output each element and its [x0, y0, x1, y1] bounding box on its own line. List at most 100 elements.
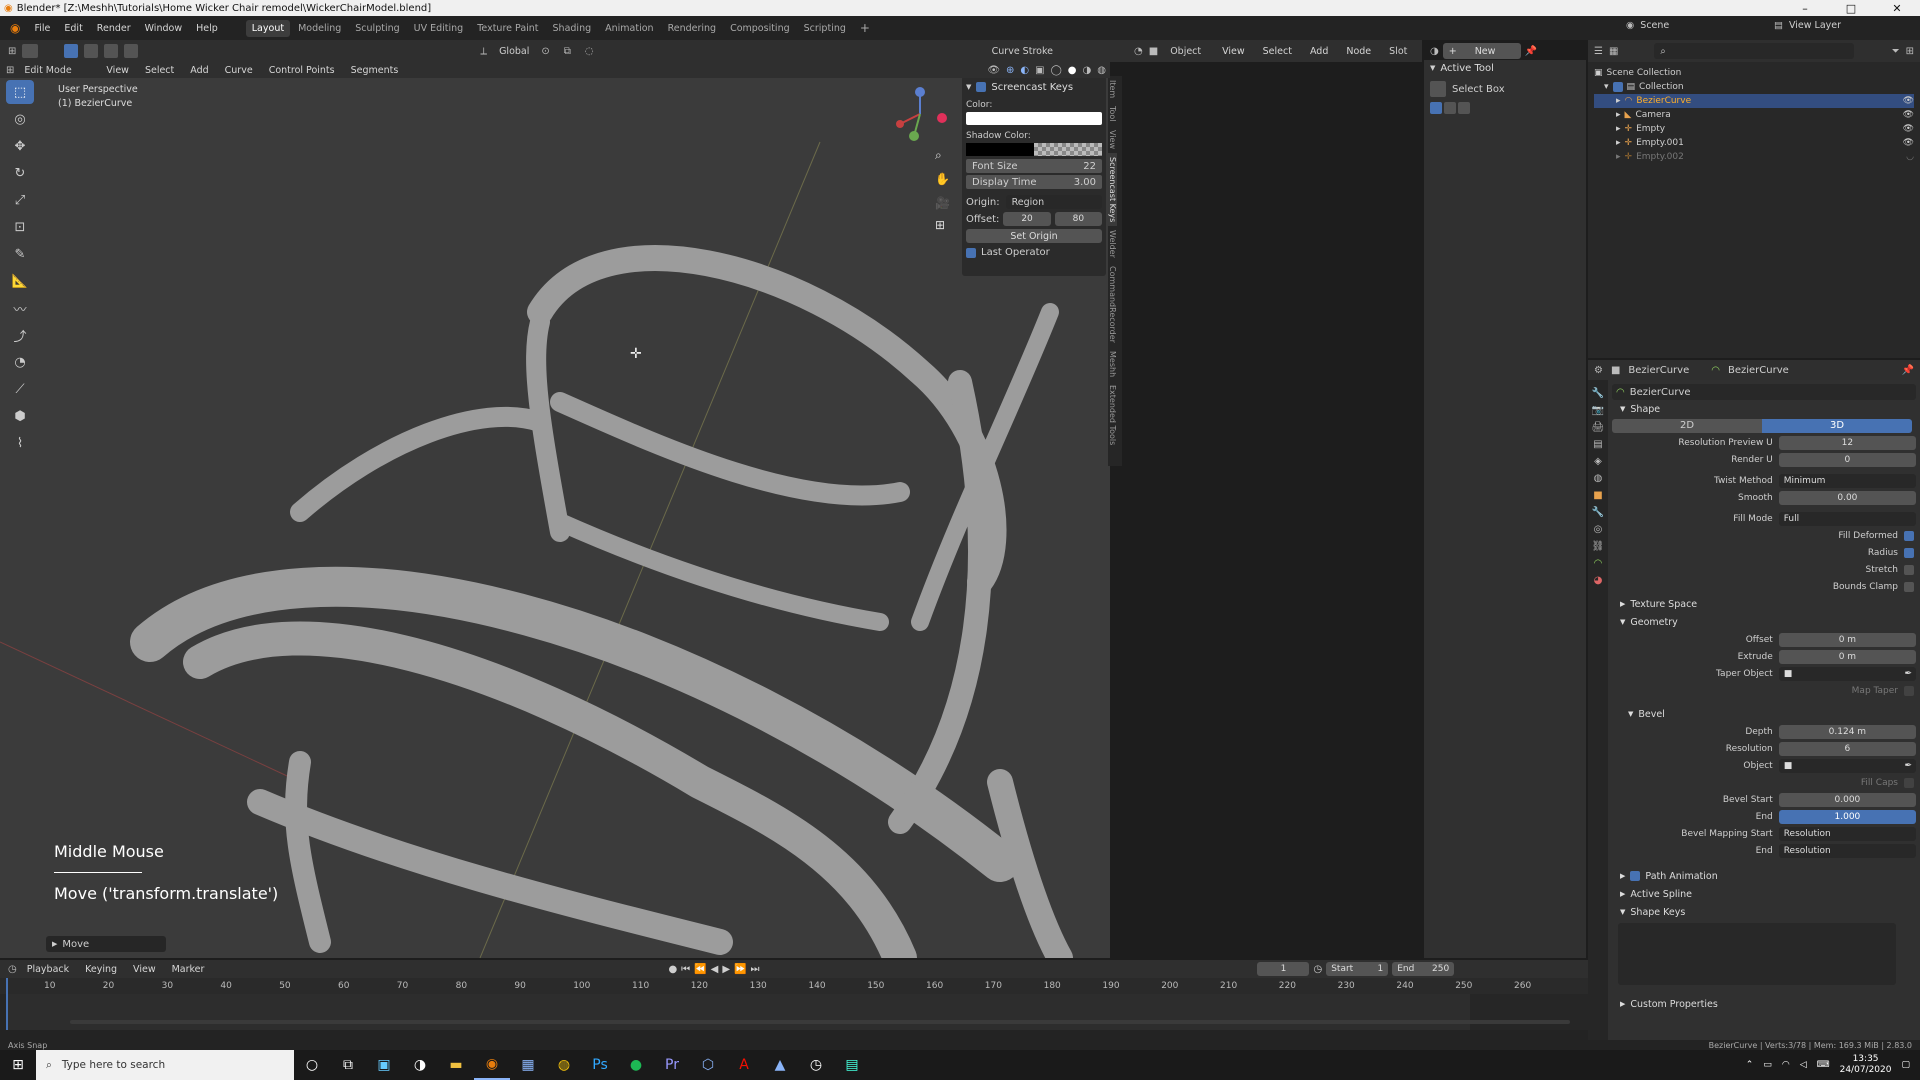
play-reverse-icon[interactable]: ◀ [711, 964, 719, 975]
node-menu-view[interactable]: View [1216, 44, 1251, 59]
select-mode-icon[interactable] [22, 44, 39, 58]
menu-window[interactable]: Window [139, 21, 188, 36]
bevel-end-field[interactable]: 1.000 [1778, 809, 1916, 824]
scene-selector[interactable]: ◉ Scene [1626, 20, 1669, 31]
shader-editor[interactable]: ◔ ■ Object View Select Add Node Slot [1124, 40, 1422, 958]
expand-icon[interactable]: ▾ [1604, 82, 1609, 92]
tab-modeling[interactable]: Modeling [292, 20, 347, 37]
task-view-icon[interactable]: ⧉ [330, 1050, 366, 1080]
pan-hand-icon[interactable]: ✋ [935, 172, 950, 186]
chrome-icon[interactable]: ◍ [546, 1050, 582, 1080]
section-path-animation[interactable]: ▶ Path Animation [1612, 867, 1916, 885]
current-frame-field[interactable]: 1 [1257, 962, 1310, 976]
outliner-item-empty-002[interactable]: ▸ ✛ Empty.002 ◡ [1594, 150, 1914, 164]
eye-icon[interactable]: 👁 [1903, 96, 1914, 106]
data-props-icon[interactable]: ◠ [1594, 558, 1603, 569]
offset-x-field[interactable]: 20 [1003, 212, 1051, 226]
editor-type-icon[interactable]: ⊞ [6, 65, 14, 76]
app-icon-3[interactable]: ⬡ [690, 1050, 726, 1080]
menu-marker[interactable]: Marker [166, 962, 211, 977]
jump-start-icon[interactable]: ⏮ [681, 964, 690, 975]
menu-view[interactable]: View [127, 962, 162, 977]
output-props-icon[interactable]: 🖨 [1592, 422, 1605, 433]
overlay-icon[interactable]: ◐ [1020, 65, 1029, 76]
taskbar-clock[interactable]: 13:35 24/07/2020 [1840, 1054, 1892, 1076]
shadow-color-swatch[interactable] [966, 143, 1102, 156]
outliner-item-collection[interactable]: ▾ ▤ Collection [1594, 80, 1914, 94]
tilt-tool-icon[interactable]: ⟋ [6, 377, 34, 401]
blender-menu-icon[interactable]: ◉ [10, 21, 20, 35]
tab-meshh[interactable]: Meshh [1108, 347, 1117, 381]
map-taper-checkbox[interactable] [1904, 685, 1914, 696]
tab-view[interactable]: View [1108, 126, 1117, 153]
measure-tool-icon[interactable]: 📐 [6, 269, 34, 293]
transform-tool-icon[interactable]: ⊡ [6, 215, 34, 239]
outliner-item-camera[interactable]: ▸ ◣ Camera 👁 [1594, 108, 1914, 122]
tab-scripting[interactable]: Scripting [798, 20, 852, 37]
menu-add[interactable]: Add [184, 63, 214, 78]
spotify-icon[interactable]: ● [618, 1050, 654, 1080]
shading-solid-icon[interactable]: ● [1068, 65, 1077, 76]
stretch-checkbox[interactable] [1904, 564, 1914, 575]
keyboard-icon[interactable]: ⌨ [1817, 1060, 1830, 1070]
depth-field[interactable]: 0.124 m [1778, 724, 1916, 739]
resolution-preview-field[interactable]: 12 [1778, 435, 1916, 450]
outliner-item-empty[interactable]: ▸ ✛ Empty 👁 [1594, 122, 1914, 136]
calculator-icon[interactable]: ▦ [510, 1050, 546, 1080]
3d-button[interactable]: 3D [1762, 419, 1912, 433]
tab-command-recorder[interactable]: CommandRecorder [1108, 262, 1117, 347]
move-tool-icon[interactable]: ✥ [6, 134, 34, 158]
expand-icon[interactable]: ▸ [1616, 152, 1621, 162]
taper-object-field[interactable]: ■ ✒ [1778, 666, 1916, 681]
material-browse-icon[interactable]: ◑ [1430, 46, 1439, 57]
bounds-clamp-checkbox[interactable] [1904, 581, 1914, 592]
proportional-icon[interactable]: ◌ [585, 46, 594, 57]
eyedropper-icon[interactable]: ✒ [1904, 669, 1916, 679]
section-active-spline[interactable]: ▶ Active Spline [1612, 885, 1916, 903]
object-props-icon[interactable]: ■ [1593, 490, 1602, 501]
section-texture-space[interactable]: ▶ Texture Space [1612, 595, 1916, 613]
minimize-icon[interactable]: – [1782, 2, 1828, 15]
mode-subtract-icon[interactable] [1458, 102, 1470, 114]
app-icon-4[interactable]: ◷ [798, 1050, 834, 1080]
menu-curve[interactable]: Curve [219, 63, 259, 78]
tab-uv-editing[interactable]: UV Editing [408, 20, 470, 37]
shading-material-icon[interactable]: ◑ [1083, 65, 1092, 76]
section-bevel[interactable]: ▼ Bevel [1612, 705, 1916, 723]
curve-pen-icon[interactable]: ⌇ [6, 431, 34, 455]
bevel-resolution-field[interactable]: 6 [1778, 741, 1916, 756]
notification-icon[interactable]: ▢ [1901, 1060, 1910, 1070]
fill-deformed-checkbox[interactable] [1904, 530, 1914, 541]
volume-icon[interactable]: ◁ [1800, 1060, 1807, 1070]
tab-animation[interactable]: Animation [599, 20, 659, 37]
color-swatch[interactable] [966, 112, 1102, 125]
clock-icon[interactable]: ◷ [1313, 964, 1322, 975]
outliner-search-field[interactable]: ⌕ [1654, 43, 1855, 59]
editor-type-icon[interactable]: ◷ [8, 964, 17, 975]
shape-keys-list[interactable] [1618, 923, 1896, 985]
app-icon-1[interactable]: ▣ [366, 1050, 402, 1080]
collapse-icon[interactable]: ▼ [966, 83, 971, 91]
section-custom-properties[interactable]: ▶ Custom Properties [1612, 995, 1916, 1013]
outliner-item-beziercurve[interactable]: ▸ ◠ BezierCurve 👁 [1594, 94, 1914, 108]
new-material-button[interactable]: + New [1442, 43, 1521, 59]
curve-stroke-dropdown[interactable]: Curve Stroke [986, 43, 1059, 59]
photos-icon[interactable]: ▲ [762, 1050, 798, 1080]
node-menu-node[interactable]: Node [1340, 44, 1377, 59]
collapse-icon[interactable]: ▼ [1430, 64, 1435, 72]
draw-tool-icon[interactable]: 〰 [6, 296, 34, 320]
menu-control-points[interactable]: Control Points [263, 63, 341, 78]
snap-icon[interactable]: ⧉ [564, 46, 571, 57]
last-operator-checkbox[interactable] [966, 247, 976, 258]
modifier-props-icon[interactable]: 🔧 [1592, 507, 1604, 518]
acrobat-icon[interactable]: A [726, 1050, 762, 1080]
shading-render-icon[interactable]: ◍ [1097, 65, 1106, 76]
font-size-field[interactable]: Font Size 22 [966, 159, 1102, 173]
smooth-field[interactable]: 0.00 [1778, 490, 1916, 505]
slot-dropdown[interactable]: Slot [1383, 43, 1422, 59]
menu-file[interactable]: File [28, 21, 56, 36]
scene-props-icon[interactable]: ◈ [1594, 456, 1602, 467]
display-mode-icon[interactable]: ▦ [1609, 46, 1618, 57]
object-dropdown[interactable]: Object [1164, 43, 1210, 59]
fill-mode-dropdown[interactable]: Full [1778, 511, 1916, 526]
